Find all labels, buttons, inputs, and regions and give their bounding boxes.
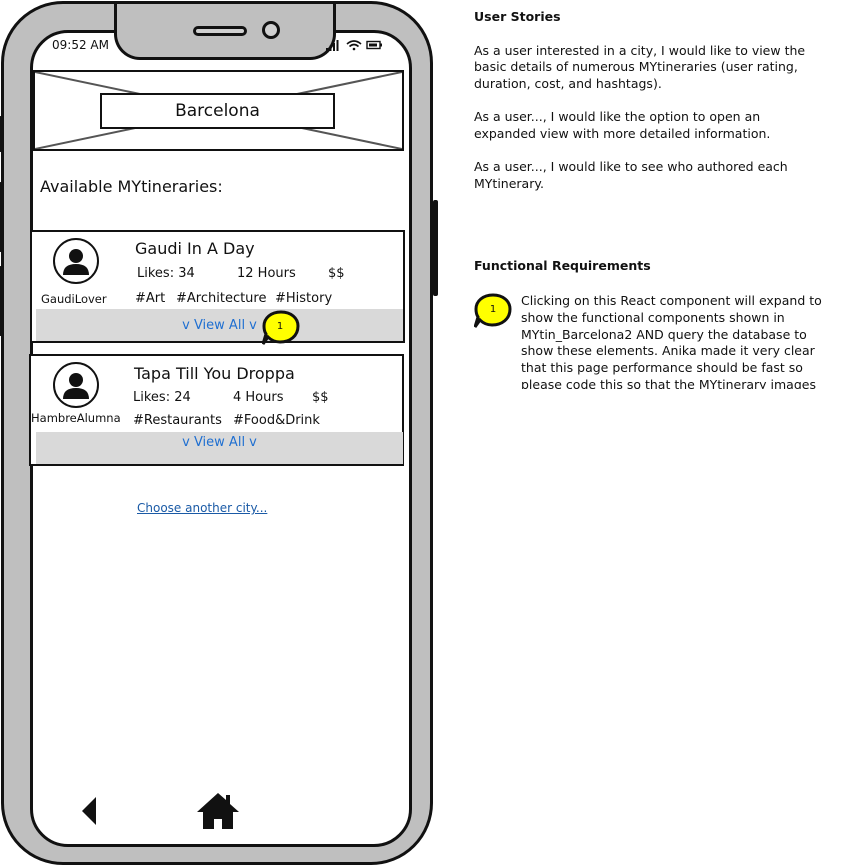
home-icon[interactable] <box>196 792 240 834</box>
requirement-text: Clicking on this React component will ex… <box>521 293 822 389</box>
itinerary-likes: Likes: 34 <box>137 266 195 281</box>
itinerary-cost: $$ <box>328 266 345 281</box>
itinerary-title: Gaudi In A Day <box>135 239 255 258</box>
itinerary-title: Tapa Till You Droppa <box>134 364 295 383</box>
section-title: Available MYtineraries: <box>40 177 223 196</box>
speaker-grille <box>193 26 247 36</box>
itinerary-tag: #Architecture <box>176 291 267 306</box>
signal-icon <box>326 40 339 51</box>
itinerary-tag: #Food&Drink <box>233 413 320 428</box>
itinerary-tag: #History <box>275 291 333 306</box>
itinerary-author: HambreAlumna <box>31 411 121 425</box>
status-icons <box>326 37 386 51</box>
mute-switch <box>0 116 4 152</box>
view-all-button[interactable]: v View All v <box>36 309 403 341</box>
requirement-marker-label: 1 <box>489 304 497 315</box>
itinerary-likes: Likes: 24 <box>133 390 191 405</box>
requirement-marker: 1 <box>473 292 512 330</box>
status-time: 09:52 AM <box>52 38 109 52</box>
itinerary-author: GaudiLover <box>41 292 107 306</box>
front-camera <box>262 21 280 39</box>
choose-another-city-link[interactable]: Choose another city... <box>137 501 267 515</box>
functional-requirements-title: Functional Requirements <box>474 258 651 273</box>
annotation-marker: 1 <box>261 309 300 345</box>
battery-icon <box>366 40 382 50</box>
itinerary-tag: #Art <box>135 291 166 306</box>
user-stories-panel: User Stories As a user interested in a c… <box>474 9 814 192</box>
functional-requirements-title-wrap: Functional Requirements <box>474 258 814 275</box>
user-story: As a user..., I would like to see who au… <box>474 159 788 191</box>
city-title: Barcelona <box>100 93 335 129</box>
volume-down-button <box>0 266 4 336</box>
itinerary-tag: #Restaurants <box>133 413 222 428</box>
user-stories-title: User Stories <box>474 9 561 24</box>
wifi-icon <box>346 40 362 51</box>
itinerary-duration: 12 Hours <box>237 266 296 281</box>
user-avatar-icon <box>53 362 99 408</box>
user-story: As a user..., I would like the option to… <box>474 109 771 141</box>
itinerary-duration: 4 Hours <box>233 390 284 405</box>
user-avatar-icon <box>53 238 99 284</box>
volume-up-button <box>0 182 4 252</box>
power-button <box>433 200 438 296</box>
view-all-button[interactable]: v View All v <box>36 432 403 464</box>
user-story: As a user interested in a city, I would … <box>474 42 806 91</box>
back-arrow-icon[interactable] <box>80 796 98 830</box>
phone-notch <box>114 4 336 60</box>
itinerary-cost: $$ <box>312 390 329 405</box>
annotation-marker-label: 1 <box>276 321 284 332</box>
